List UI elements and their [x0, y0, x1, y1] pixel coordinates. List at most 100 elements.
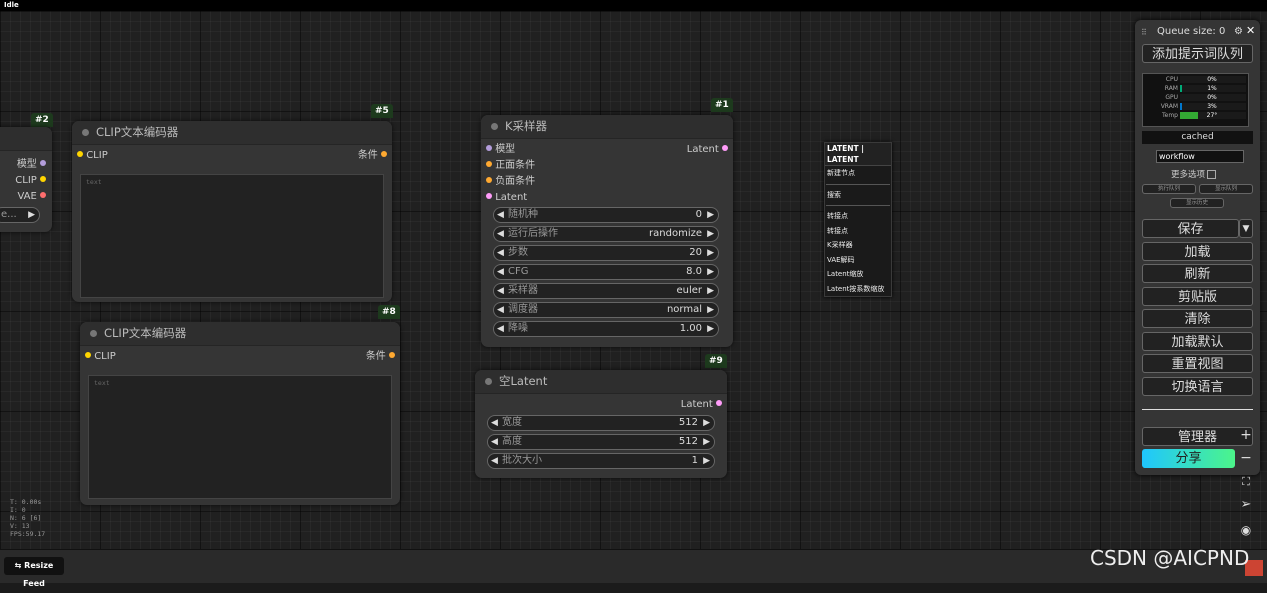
exec-queue-button[interactable]: 执行队列	[1142, 184, 1196, 194]
sampler-widget[interactable]: ◀ 采样器 euler ▶	[493, 283, 719, 299]
latent-slot-dot[interactable]	[716, 400, 722, 406]
prompt-textarea[interactable]: text	[80, 174, 384, 298]
input-slot-negative[interactable]: 负面条件	[486, 175, 535, 189]
cond-slot-dot[interactable]	[486, 161, 492, 167]
arrow-right-icon[interactable]: ▶	[703, 416, 710, 430]
vae-slot-dot[interactable]	[40, 192, 46, 198]
add-prompt-queue-button[interactable]: 添加提示词队列	[1142, 44, 1253, 63]
navigate-icon[interactable]: ➢	[1234, 494, 1258, 516]
arrow-right-icon[interactable]: ▶	[707, 227, 714, 241]
switch-language-button[interactable]: 切换语言	[1142, 377, 1253, 396]
node-title-bar[interactable]	[0, 127, 52, 151]
node-title-bar[interactable]: CLIP文本编码器	[72, 121, 392, 145]
output-slot-latent[interactable]: Latent	[687, 143, 728, 157]
arrow-right-icon[interactable]: ▶	[28, 208, 35, 222]
more-options-toggle[interactable]: 更多选项	[1171, 168, 1217, 180]
ksampler-node[interactable]: K采样器 模型 Latent 正面条件 负面条件 Latent ◀ 随机种 0 ▶ ◀…	[481, 115, 733, 347]
arrow-left-icon[interactable]: ◀	[491, 454, 498, 468]
menu-item-latent-upscale-by[interactable]: Latent按系数缩放	[825, 282, 891, 297]
control-after-generate-widget[interactable]: ◀ 运行后操作 randomize ▶	[493, 226, 719, 242]
clip-slot-dot[interactable]	[77, 151, 83, 157]
reset-view-button[interactable]: 重置视图	[1142, 354, 1253, 373]
arrow-right-icon[interactable]: ▶	[707, 208, 714, 222]
arrow-left-icon[interactable]: ◀	[497, 265, 504, 279]
arrow-left-icon[interactable]: ◀	[497, 246, 504, 260]
load-default-button[interactable]: 加载默认	[1142, 332, 1253, 351]
close-icon[interactable]: ✕	[1246, 24, 1255, 37]
checkpoint-loader-node[interactable]: 模型 CLIP VAE e... ▶	[0, 127, 52, 232]
input-slot-positive[interactable]: 正面条件	[486, 159, 535, 173]
arrow-left-icon[interactable]: ◀	[497, 227, 504, 241]
cond-slot-dot[interactable]	[486, 177, 492, 183]
seed-widget[interactable]: ◀ 随机种 0 ▶	[493, 207, 719, 223]
clear-button[interactable]: 清除	[1142, 309, 1253, 328]
collapse-dot-icon[interactable]	[485, 378, 492, 385]
zoom-in-icon[interactable]: +	[1234, 424, 1258, 446]
checkbox-icon[interactable]	[1207, 170, 1217, 179]
model-slot-dot[interactable]	[40, 160, 46, 166]
latent-slot-dot[interactable]	[722, 145, 728, 151]
arrow-left-icon[interactable]: ◀	[497, 322, 504, 336]
refresh-button[interactable]: 刷新	[1142, 264, 1253, 283]
scheduler-widget[interactable]: ◀ 调度器 normal ▶	[493, 302, 719, 318]
node-title-bar[interactable]: CLIP文本编码器	[80, 322, 400, 346]
arrow-left-icon[interactable]: ◀	[497, 303, 504, 317]
width-widget[interactable]: ◀ 宽度 512 ▶	[487, 415, 715, 431]
menu-item-latent-upscale[interactable]: Latent缩放	[825, 267, 891, 282]
output-slot-model[interactable]: 模型	[17, 158, 46, 172]
resize-feed-button[interactable]: ⇆ Resize Feed	[4, 557, 64, 588]
input-slot-clip[interactable]: CLIP	[77, 149, 108, 163]
denoise-widget[interactable]: ◀ 降噪 1.00 ▶	[493, 321, 719, 337]
arrow-left-icon[interactable]: ◀	[497, 208, 504, 222]
menu-item-search[interactable]: 搜索	[825, 188, 891, 203]
fit-view-icon[interactable]: ⛶	[1234, 471, 1258, 493]
drag-handle-icon[interactable]: ⠿	[1141, 28, 1147, 37]
arrow-left-icon[interactable]: ◀	[491, 435, 498, 449]
cfg-widget[interactable]: ◀ CFG 8.0 ▶	[493, 264, 719, 280]
arrow-left-icon[interactable]: ◀	[491, 416, 498, 430]
steps-widget[interactable]: ◀ 步数 20 ▶	[493, 245, 719, 261]
clip-text-encode-node-5[interactable]: CLIP文本编码器 CLIP 条件 text	[72, 121, 392, 302]
empty-latent-node[interactable]: 空Latent Latent ◀ 宽度 512 ▶ ◀ 高度 512 ▶ ◀ 批次大小 1 ▶	[475, 370, 727, 478]
arrow-right-icon[interactable]: ▶	[707, 284, 714, 298]
collapse-dot-icon[interactable]	[82, 129, 89, 136]
workflow-name-input[interactable]	[1156, 150, 1244, 163]
arrow-left-icon[interactable]: ◀	[497, 284, 504, 298]
save-dropdown-button[interactable]: ▼	[1239, 219, 1253, 238]
node-title-bar[interactable]: 空Latent	[475, 370, 727, 394]
output-slot-clip[interactable]: CLIP	[15, 174, 46, 188]
clip-text-encode-node-8[interactable]: CLIP文本编码器 CLIP 条件 text	[80, 322, 400, 505]
node-title-bar[interactable]: K采样器	[481, 115, 733, 139]
load-button[interactable]: 加载	[1142, 242, 1253, 261]
show-history-button[interactable]: 显示历史	[1170, 198, 1224, 208]
menu-item-reroute-2[interactable]: 转接点	[825, 224, 891, 239]
zoom-out-icon[interactable]: −	[1234, 447, 1258, 469]
clip-slot-dot[interactable]	[85, 352, 91, 358]
cond-slot-dot[interactable]	[389, 352, 395, 358]
gear-icon[interactable]: ⚙	[1234, 26, 1243, 37]
arrow-right-icon[interactable]: ▶	[707, 265, 714, 279]
model-slot-dot[interactable]	[486, 145, 492, 151]
latent-slot-dot[interactable]	[486, 193, 492, 199]
output-slot-conditioning[interactable]: 条件	[366, 350, 395, 364]
input-slot-clip[interactable]: CLIP	[85, 350, 116, 364]
collapse-dot-icon[interactable]	[491, 123, 498, 130]
clip-slot-dot[interactable]	[40, 176, 46, 182]
output-slot-latent[interactable]: Latent	[681, 398, 722, 412]
input-slot-model[interactable]: 模型	[486, 143, 515, 157]
menu-item-new-node[interactable]: 新建节点	[825, 166, 891, 181]
menu-item-vae-decode[interactable]: VAE解码	[825, 253, 891, 268]
clipspace-button[interactable]: 剪贴版	[1142, 287, 1253, 306]
menu-item-reroute[interactable]: 转接点	[825, 209, 891, 224]
output-slot-vae[interactable]: VAE	[17, 190, 46, 204]
arrow-right-icon[interactable]: ▶	[707, 246, 714, 260]
height-widget[interactable]: ◀ 高度 512 ▶	[487, 434, 715, 450]
eye-icon[interactable]: ◉	[1234, 519, 1258, 541]
prompt-textarea[interactable]: text	[88, 375, 392, 499]
collapse-dot-icon[interactable]	[90, 330, 97, 337]
input-slot-latent[interactable]: Latent	[486, 191, 527, 205]
menu-item-ksampler[interactable]: K采样器	[825, 238, 891, 253]
cond-slot-dot[interactable]	[381, 151, 387, 157]
share-button[interactable]: 分享	[1142, 449, 1235, 468]
output-slot-conditioning[interactable]: 条件	[358, 149, 387, 163]
